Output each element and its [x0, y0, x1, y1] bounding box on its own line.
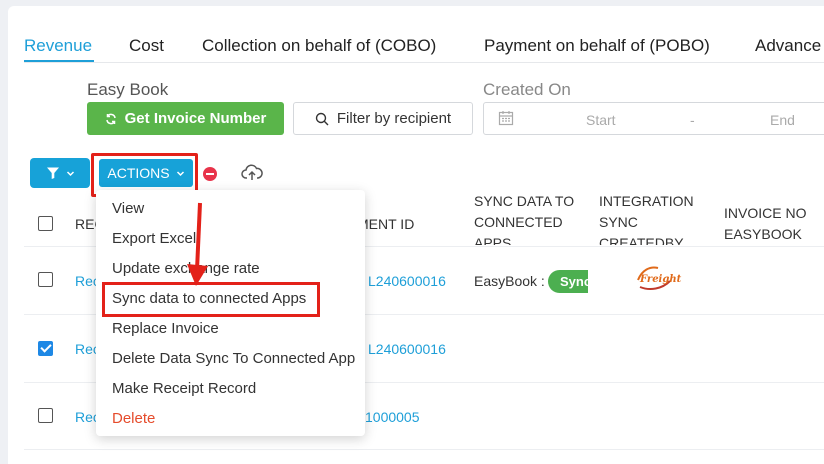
- menu-item-view[interactable]: View: [112, 200, 144, 217]
- menu-item-replace-invoice[interactable]: Replace Invoice: [112, 320, 219, 337]
- created-on-label: Created On: [483, 80, 571, 99]
- row-separator: [24, 449, 824, 450]
- tabs-divider: [24, 62, 824, 63]
- active-tab-indicator: [24, 60, 94, 62]
- column-header-sync-data[interactable]: SYNC DATA TO CONNECTED APPS: [474, 191, 584, 245]
- filter-by-recipient-label: Filter by recipient: [336, 110, 452, 127]
- tab-cobo[interactable]: Collection on behalf of (COBO): [202, 36, 436, 56]
- column-header-payment-id[interactable]: MENT ID: [357, 214, 414, 235]
- tab-advance[interactable]: Advance: [755, 36, 821, 56]
- table-row-payment-id[interactable]: L240600016: [368, 273, 446, 289]
- menu-item-make-receipt-record[interactable]: Make Receipt Record: [112, 380, 256, 397]
- row-checkbox[interactable]: [38, 272, 53, 287]
- date-range-separator: -: [690, 112, 695, 128]
- menu-item-export-excel[interactable]: Export Excel: [112, 230, 196, 247]
- annotation-arrow-icon: [187, 202, 208, 286]
- row-checkbox[interactable]: [38, 341, 53, 356]
- table-row-payment-id[interactable]: L240600016: [368, 341, 446, 357]
- cloud-upload-icon[interactable]: [241, 163, 263, 183]
- tab-pobo[interactable]: Payment on behalf of (POBO): [484, 36, 710, 56]
- menu-item-delete-data-sync[interactable]: Delete Data Sync To Connected App: [112, 350, 355, 367]
- column-header-integration-sync[interactable]: INTEGRATION SYNC CREATEDBY: [599, 191, 709, 245]
- filter-by-recipient-button[interactable]: Filter by recipient: [293, 102, 473, 135]
- search-icon: [315, 112, 329, 125]
- tab-revenue[interactable]: Revenue: [24, 36, 92, 56]
- column-header-invoice-no-easybook[interactable]: INVOICE NO EASYBOOK: [724, 203, 824, 245]
- filter-icon: [46, 167, 59, 179]
- refresh-icon: [105, 113, 116, 124]
- end-date-input[interactable]: End: [770, 112, 795, 128]
- easybook-label: Easy Book: [87, 80, 169, 99]
- sync-prefix-text: EasyBook :: [474, 273, 545, 289]
- remove-icon[interactable]: [203, 167, 217, 181]
- sync-status-badge: Sync: [548, 270, 588, 293]
- row-checkbox[interactable]: [38, 408, 53, 423]
- get-invoice-number-label: Get Invoice Number: [124, 110, 267, 127]
- freight-logo-text: Freight: [640, 274, 682, 285]
- table-row-payment-id[interactable]: 1000005: [365, 409, 420, 425]
- created-on-date-range[interactable]: Start - End: [483, 102, 824, 135]
- filter-toggle-button[interactable]: [30, 158, 90, 188]
- tab-cost[interactable]: Cost: [129, 36, 164, 56]
- calendar-icon: [498, 111, 514, 126]
- start-date-input[interactable]: Start: [586, 112, 616, 128]
- menu-item-delete[interactable]: Delete: [112, 410, 155, 427]
- chevron-down-icon: [66, 170, 74, 176]
- select-all-checkbox[interactable]: [38, 216, 53, 231]
- get-invoice-number-button[interactable]: Get Invoice Number: [87, 102, 284, 135]
